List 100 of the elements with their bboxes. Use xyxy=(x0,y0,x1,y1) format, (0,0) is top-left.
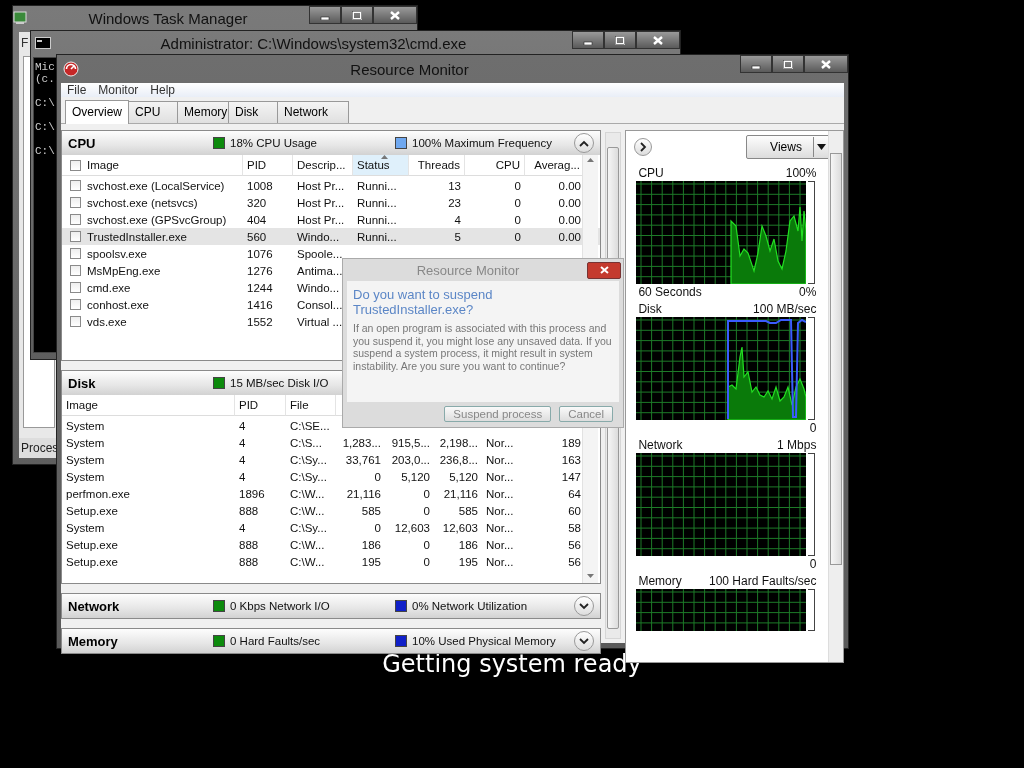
column-header[interactable]: Image xyxy=(87,159,119,171)
tab[interactable]: Overview xyxy=(65,100,129,124)
tab[interactable]: CPU xyxy=(128,101,178,123)
scale-label: 0 xyxy=(809,421,817,435)
table-cell: 203,0... xyxy=(391,453,430,466)
table-cell: Setup.exe xyxy=(66,555,118,568)
checkbox[interactable] xyxy=(70,299,81,310)
close-button[interactable] xyxy=(373,6,417,24)
scale-label: 100 MB/sec xyxy=(753,302,817,316)
table-cell: 0.00 xyxy=(558,213,581,226)
table-cell: 0 xyxy=(423,504,430,517)
table-cell: Consol... xyxy=(297,298,343,311)
column-header[interactable]: PID xyxy=(247,159,267,171)
table-cell: 21,116 xyxy=(443,487,478,500)
section-header[interactable]: Network 0 Kbps Network I/O 0% Network Utilization xyxy=(62,594,600,618)
section-title: Disk xyxy=(68,375,97,391)
table-cell: C:\Sy... xyxy=(290,453,327,466)
table-cell: 888 xyxy=(239,504,259,517)
table-cell: 4 xyxy=(239,453,246,466)
checkbox[interactable] xyxy=(70,316,81,327)
menu-item[interactable]: Monitor xyxy=(92,83,145,97)
checkbox[interactable] xyxy=(70,197,81,208)
scale-bracket xyxy=(808,589,816,631)
checkbox[interactable] xyxy=(70,214,81,225)
checkbox[interactable] xyxy=(70,159,81,171)
maximize-button[interactable] xyxy=(604,31,636,49)
table-cell: 60 xyxy=(568,504,581,517)
checkbox[interactable] xyxy=(70,231,81,242)
table-cell: 195 xyxy=(361,555,381,568)
tab[interactable]: Memory xyxy=(177,101,229,123)
checkbox[interactable] xyxy=(70,282,81,293)
legend-label: 18% CPU Usage xyxy=(230,137,317,149)
sorted-column-header[interactable]: Status xyxy=(353,155,409,176)
table-cell: 585 xyxy=(361,504,381,517)
scrollbar-thumb[interactable] xyxy=(830,153,842,565)
minimize-button[interactable] xyxy=(309,6,341,24)
table-cell: 0 xyxy=(423,538,430,551)
expand-button[interactable] xyxy=(634,138,653,156)
checkbox[interactable] xyxy=(70,265,81,276)
close-button[interactable] xyxy=(587,261,621,279)
graph-title: Memory xyxy=(638,574,682,588)
table-cell: 320 xyxy=(247,196,267,209)
collapse-button[interactable] xyxy=(573,133,594,153)
tab[interactable]: Disk xyxy=(228,101,278,123)
table-cell: Nor... xyxy=(486,487,514,500)
minimize-button[interactable] xyxy=(740,55,772,73)
close-button[interactable] xyxy=(636,31,680,49)
table-cell: Runni... xyxy=(357,196,397,209)
table-cell: 1,283... xyxy=(342,436,381,449)
close-button[interactable] xyxy=(804,55,848,73)
collapse-button[interactable] xyxy=(573,631,594,651)
tab[interactable]: Network xyxy=(277,101,349,123)
section-header[interactable]: CPU 18% CPU Usage 100% Maximum Frequency xyxy=(62,131,600,155)
table-cell: MsMpEng.exe xyxy=(87,264,161,277)
graph-title: CPU xyxy=(638,166,664,180)
table-cell: Setup.exe xyxy=(66,504,118,517)
table-cell: perfmon.exe xyxy=(66,487,130,500)
table-cell: 56 xyxy=(568,538,581,551)
table-cell: 0 xyxy=(374,470,381,483)
column-header[interactable]: PID xyxy=(239,399,259,411)
column-header[interactable]: Image xyxy=(66,399,98,411)
section-header[interactable]: Memory 0 Hard Faults/sec 10% Used Physical Memory xyxy=(62,629,600,653)
maximize-button[interactable] xyxy=(341,6,373,24)
table-cell: 21,116 xyxy=(346,487,381,500)
table-cell: 0 xyxy=(423,555,430,568)
menu-item[interactable]: F xyxy=(21,36,29,50)
window-title: Resource Monitor xyxy=(349,60,470,78)
table-cell: C:\W... xyxy=(290,504,325,517)
table-cell: 58 xyxy=(568,521,581,534)
checkbox[interactable] xyxy=(70,180,81,191)
maximize-icon xyxy=(615,35,625,45)
dropdown-arrow-icon xyxy=(817,144,826,150)
maximize-icon xyxy=(352,10,362,20)
views-dropdown[interactable]: Views xyxy=(746,135,830,159)
column-header[interactable]: Threads xyxy=(417,159,460,171)
close-icon xyxy=(821,59,831,69)
scrollbar[interactable] xyxy=(828,131,843,662)
column-header[interactable]: Averag... xyxy=(534,159,580,171)
table-cell: System xyxy=(66,453,105,466)
maximize-button[interactable] xyxy=(772,55,804,73)
table-cell: 0.00 xyxy=(558,179,581,192)
table-cell: 2,198... xyxy=(439,436,478,449)
table-cell: Nor... xyxy=(486,470,514,483)
column-header[interactable]: Descrip... xyxy=(297,159,346,171)
dialog-message: If an open program is associated with this process and you suspend it, you might lose any unsaved data. If you suspend a system process, it might result in system instability. Are you sure you want to continue? xyxy=(353,322,613,372)
table-cell: System xyxy=(66,521,105,534)
menu-item[interactable]: Help xyxy=(144,83,182,97)
column-header[interactable]: CPU xyxy=(495,159,520,171)
checkbox[interactable] xyxy=(70,248,81,259)
collapse-button[interactable] xyxy=(573,596,594,616)
legend-label: 0% Network Utilization xyxy=(412,600,528,612)
console-line: (c. xyxy=(35,73,55,85)
menu-item[interactable]: File xyxy=(61,83,93,97)
selected-row[interactable]: TrustedInstaller.exe 560 Windo... Runni... 5 0 0.00 xyxy=(62,228,600,245)
table-cell: Windo... xyxy=(297,281,340,294)
table-cell: conhost.exe xyxy=(87,298,149,311)
minimize-button[interactable] xyxy=(572,31,604,49)
column-header[interactable]: File xyxy=(290,399,309,411)
table-cell: 186 xyxy=(361,538,381,551)
table-cell: svchost.exe (LocalService) xyxy=(87,179,225,192)
